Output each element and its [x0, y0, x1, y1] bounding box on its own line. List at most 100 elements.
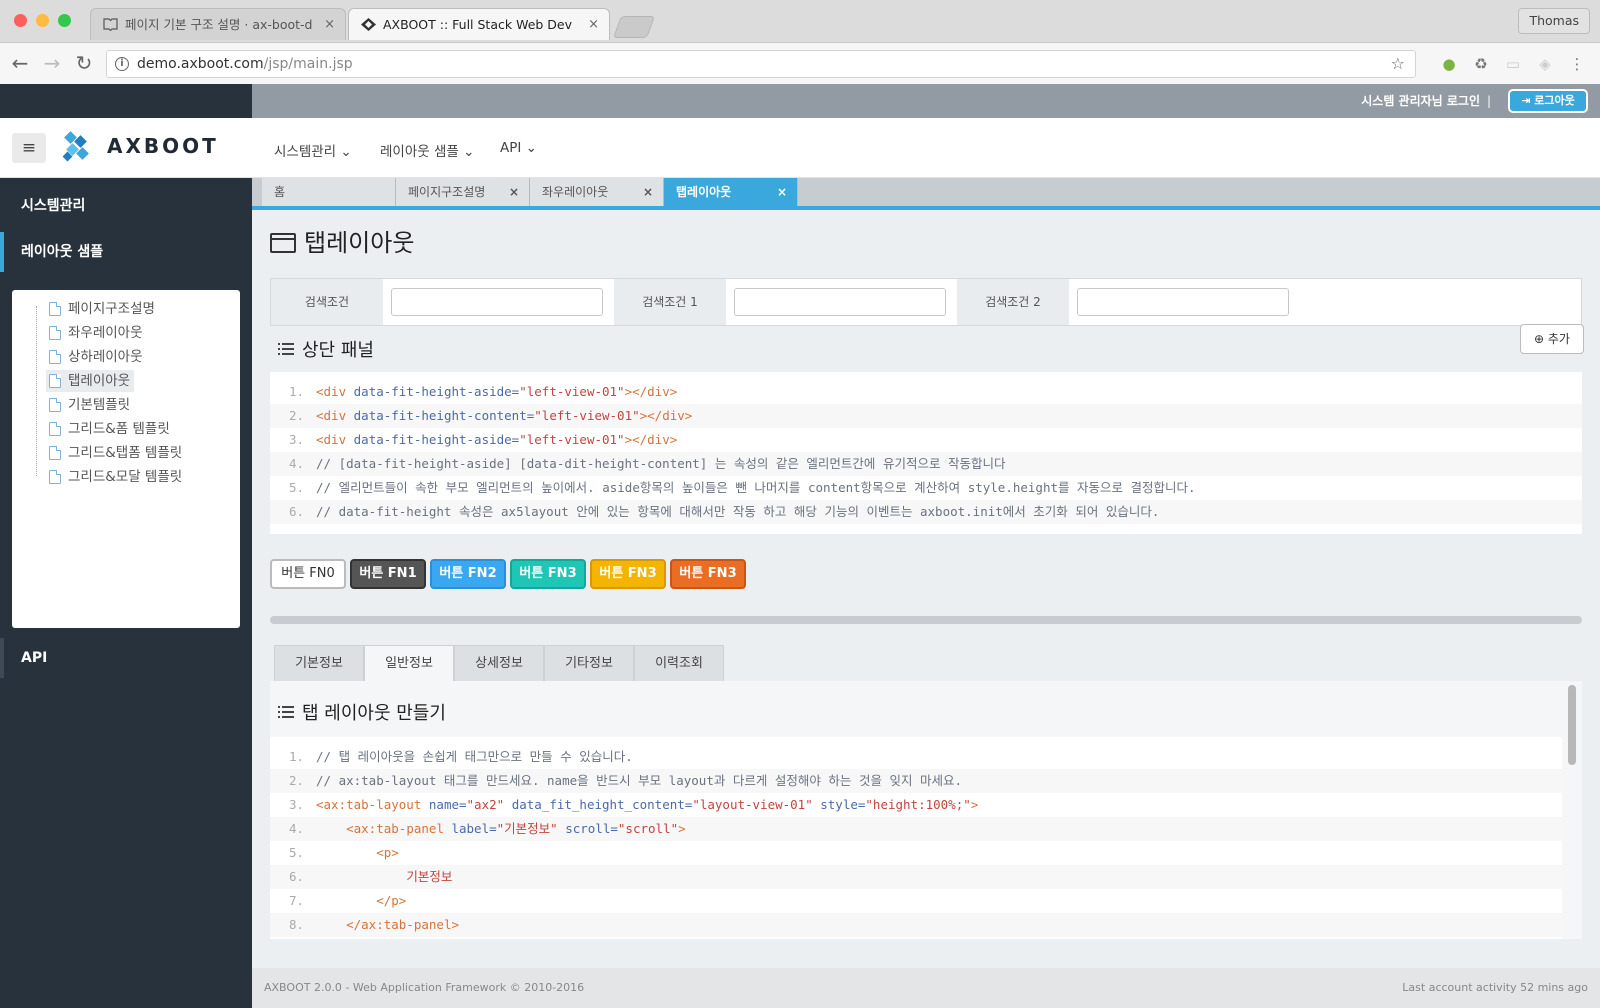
sidebar-item-system[interactable]: 시스템관리 [0, 186, 252, 226]
tree-item[interactable]: 그리드&폼 템플릿 [46, 418, 170, 440]
puzzle-extension-icon[interactable]: ◈ [1536, 55, 1554, 73]
scrollbar[interactable] [1568, 685, 1576, 765]
tab-history[interactable]: 이력조회 [634, 645, 724, 681]
menu-layout-samples[interactable]: 레이아웃 샘플 ⌄ [380, 140, 474, 160]
cast-extension-icon[interactable]: ▭ [1504, 55, 1522, 73]
tree-item-label: 탭레이아웃 [68, 373, 131, 389]
browser-chrome: 페이지 기본 구조 설명 · ax-boot-d × AXBOOT :: Ful… [0, 0, 1600, 84]
profile-chip[interactable]: Thomas [1518, 8, 1590, 34]
reload-icon[interactable]: ↻ [72, 51, 96, 75]
close-tab-icon[interactable]: × [509, 178, 519, 206]
code-token: "기본정보" [496, 821, 566, 836]
menu-label: API [500, 140, 522, 156]
menu-label: 시스템관리 [274, 144, 337, 160]
line-number: 6. [288, 504, 304, 519]
recycle-extension-icon[interactable]: ♻ [1472, 55, 1490, 73]
code-token: <ax:tab-panel [346, 821, 452, 836]
tree-item-selected[interactable]: 탭레이아웃 [46, 370, 135, 392]
fn-button-2[interactable]: 버튼 FN2 [430, 559, 506, 589]
tab-basic-info[interactable]: 기본정보 [274, 645, 364, 681]
tree-item-label: 그리드&모달 템플릿 [68, 469, 183, 485]
code-token: "layout-view-01" [692, 797, 821, 812]
bookmark-star-icon[interactable]: ☆ [1391, 51, 1405, 77]
code-line: 1. // 탭 레이아웃을 손쉽게 태그만으로 만들 수 있습니다. [270, 745, 1562, 769]
tab-general-info[interactable]: 일반정보 [364, 645, 454, 681]
top-bar-separator: | [1486, 94, 1491, 108]
brand-name: AXBOOT [107, 134, 219, 158]
search-input-3[interactable] [1077, 288, 1289, 316]
code-token: > [678, 821, 686, 836]
tree-item[interactable]: 그리드&모달 템플릿 [46, 466, 182, 488]
top-bar: 시스템 관리자님 로그인 | ⇥ 로그아웃 [0, 84, 1600, 118]
panel-divider[interactable] [270, 616, 1582, 624]
sidebar-item-layout-samples[interactable]: 레이아웃 샘플 [0, 232, 252, 272]
tree-item[interactable]: 그리드&탭폼 템플릿 [46, 442, 182, 464]
code-token: "left-view-01" [534, 408, 640, 423]
browser-tab-title: AXBOOT :: Full Stack Web Dev [383, 17, 573, 32]
line-number: 3. [288, 797, 304, 812]
page-tab-tab-layout[interactable]: 탭레이아웃 × [664, 178, 798, 206]
code-token: // data-fit-height 속성은 ax5layout 안에 있는 항… [316, 504, 1160, 519]
code-token: 기본정보 [406, 869, 453, 884]
fn-button-0[interactable]: 버튼 FN0 [270, 559, 346, 589]
maximize-window-button[interactable] [58, 14, 71, 27]
close-tab-icon[interactable]: × [588, 9, 599, 40]
line-number: 5. [288, 480, 304, 495]
main-content: 홈 페이지구조설명 × 좌우레이아웃 × 탭레이아웃 × 탭레이아웃 검색조건 검색조… [252, 178, 1600, 1008]
tree-item[interactable]: 좌우레이아웃 [46, 322, 143, 344]
fn-button-3[interactable]: 버튼 FN3 [510, 559, 586, 589]
menu-api[interactable]: API ⌄ [500, 140, 537, 156]
fn-button-5[interactable]: 버튼 FN3 [670, 559, 746, 589]
search-input-1[interactable] [391, 288, 603, 316]
hamburger-menu-icon[interactable]: ≡ [12, 133, 46, 163]
close-window-button[interactable] [14, 14, 27, 27]
add-button[interactable]: ⊕ 추가 [1520, 324, 1584, 354]
tree-item[interactable]: 기본템플릿 [46, 394, 130, 416]
page-tab-label: 페이지구조설명 [408, 185, 486, 199]
line-number: 2. [288, 408, 304, 423]
panel-title-text: 탭 레이아웃 만들기 [302, 703, 446, 724]
menu-kebab-icon[interactable]: ⋮ [1568, 55, 1586, 73]
page-title: 탭레이아웃 [270, 226, 414, 260]
code-token: <div [316, 432, 354, 447]
minimize-window-button[interactable] [36, 14, 49, 27]
line-number: 2. [288, 773, 304, 788]
address-bar[interactable]: i demo.axboot.com/jsp/main.jsp ☆ [106, 50, 1416, 78]
code-token: data-fit-height-aside= [353, 384, 520, 399]
close-tab-icon[interactable]: × [324, 9, 335, 40]
menu-system[interactable]: 시스템관리 ⌄ [274, 140, 352, 160]
browser-tab-docs[interactable]: 페이지 기본 구조 설명 · ax-boot-d × [90, 8, 346, 40]
tree-item[interactable]: 페이지구조설명 [46, 298, 155, 320]
page-tab-structure[interactable]: 페이지구조설명 × [396, 178, 530, 206]
tree-item-label: 상하레이아웃 [68, 349, 143, 365]
page-tab-home[interactable]: 홈 [262, 178, 396, 206]
fn-button-1[interactable]: 버튼 FN1 [350, 559, 426, 589]
code-line: 5. <p> [270, 841, 1562, 865]
file-icon [49, 302, 61, 316]
browser-tab-axboot[interactable]: AXBOOT :: Full Stack Web Dev × [348, 8, 610, 40]
tab-detail-info[interactable]: 상세정보 [454, 645, 544, 681]
search-input-2[interactable] [734, 288, 946, 316]
logout-button[interactable]: ⇥ 로그아웃 [1508, 89, 1588, 113]
page-title-text: 탭레이아웃 [304, 229, 415, 257]
close-tab-icon[interactable]: × [643, 178, 653, 206]
page-tab-lr-layout[interactable]: 좌우레이아웃 × [530, 178, 664, 206]
close-tab-icon[interactable]: × [777, 178, 787, 206]
forward-icon[interactable]: → [40, 51, 64, 75]
tree-item[interactable]: 상하레이아웃 [46, 346, 143, 368]
code-line: 3. <ax:tab-layout name="ax2" data_fit_hei… [270, 793, 1562, 817]
sidebar-item-api[interactable]: API [0, 638, 252, 678]
tab-other-info[interactable]: 기타정보 [544, 645, 634, 681]
code-line: 2. // ax:tab-layout 태그를 만드세요. name을 반드시 부… [270, 769, 1562, 793]
fn-button-4[interactable]: 버튼 FN3 [590, 559, 666, 589]
info-icon[interactable]: i [115, 57, 129, 71]
code-token: <div [316, 384, 354, 399]
code-block-top: 1. <div data-fit-height-aside="left-view-… [270, 372, 1582, 534]
back-icon[interactable]: ← [8, 51, 32, 75]
url-path: /jsp/main.jsp [263, 56, 353, 72]
new-tab-button[interactable] [612, 16, 656, 38]
page-tab-label: 홈 [274, 185, 286, 199]
android-extension-icon[interactable]: ● [1440, 55, 1458, 73]
